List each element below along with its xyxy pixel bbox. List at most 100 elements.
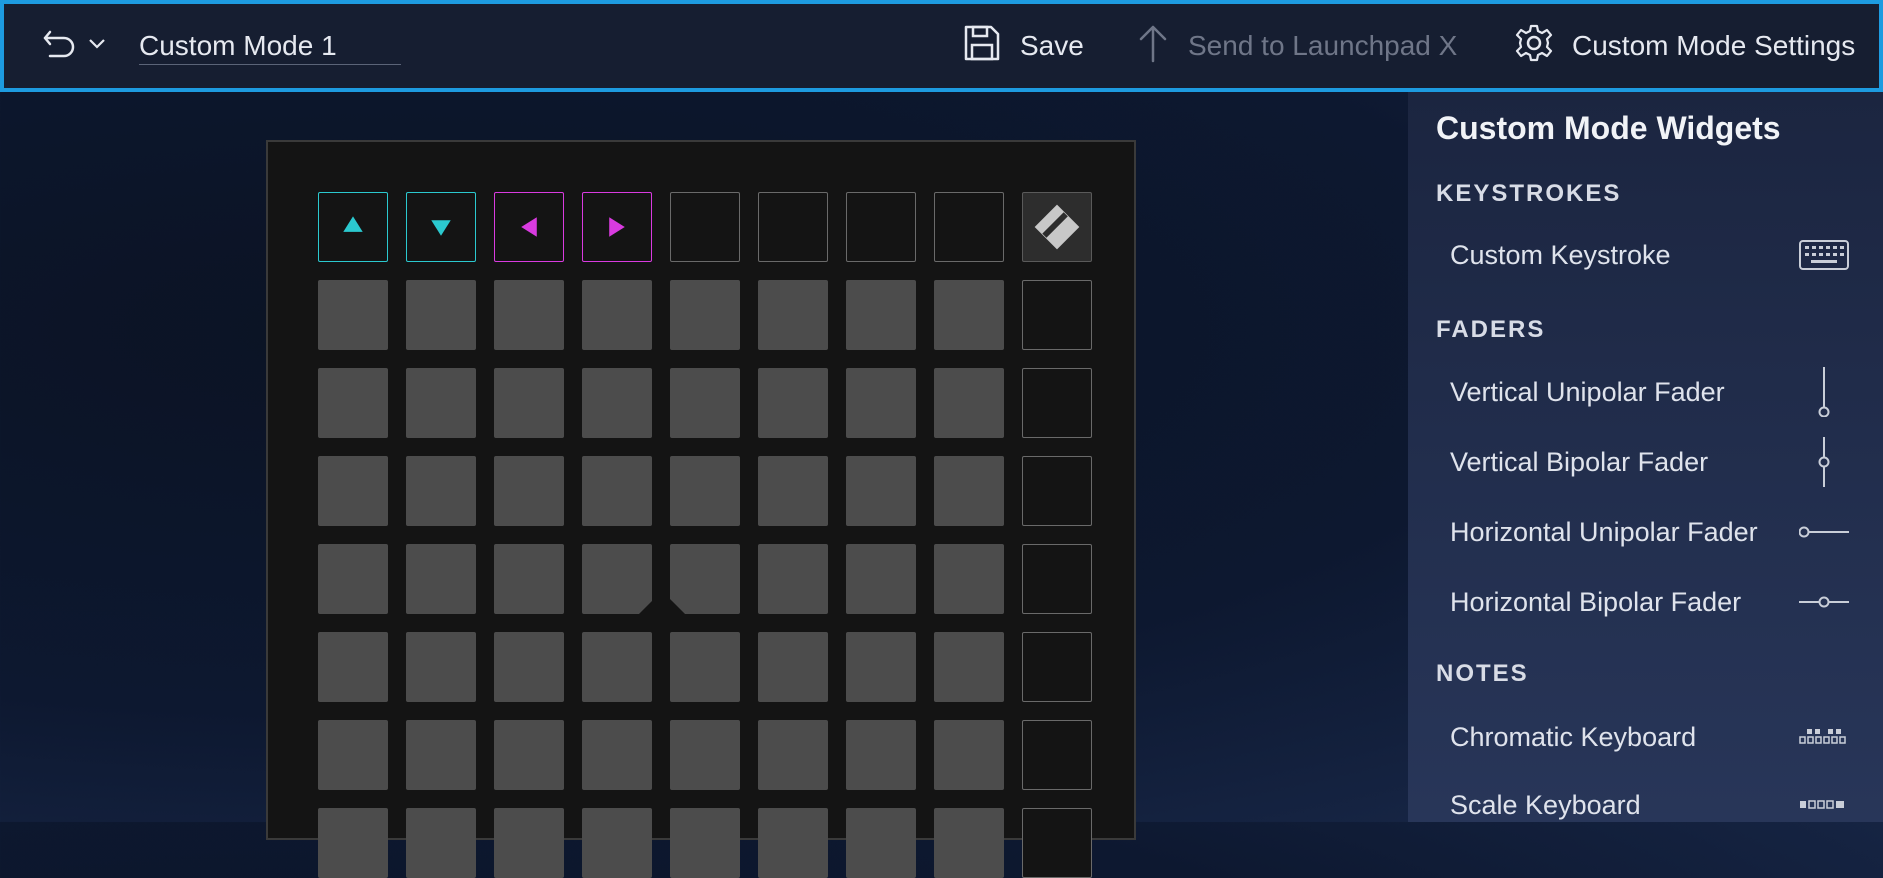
grid-pad[interactable]	[406, 456, 476, 526]
scene-launch-button[interactable]	[1022, 456, 1092, 526]
left-arrow-button[interactable]	[494, 192, 564, 262]
section-faders: FADERS	[1436, 316, 1546, 343]
grid-pad[interactable]	[582, 632, 652, 702]
grid-pad[interactable]	[406, 280, 476, 350]
grid-pad[interactable]	[846, 456, 916, 526]
grid-pad[interactable]	[670, 544, 740, 614]
grid-pad[interactable]	[318, 632, 388, 702]
grid-pad[interactable]	[494, 368, 564, 438]
scene-launch-button[interactable]	[1022, 544, 1092, 614]
grid-pad[interactable]	[494, 632, 564, 702]
grid-pad[interactable]	[934, 544, 1004, 614]
grid-pad[interactable]	[494, 720, 564, 790]
up-arrow-button[interactable]	[318, 192, 388, 262]
widget-vertical-unipolar-fader[interactable]: Vertical Unipolar Fader	[1450, 367, 1850, 417]
scene-launch-button[interactable]	[1022, 280, 1092, 350]
save-button[interactable]: Save	[962, 22, 1084, 70]
undo-button[interactable]	[42, 26, 112, 66]
grid-pad[interactable]	[758, 456, 828, 526]
widget-label: Custom Keystroke	[1450, 239, 1671, 270]
grid-pad[interactable]	[758, 544, 828, 614]
right-arrow-button[interactable]	[582, 192, 652, 262]
grid-pad[interactable]	[670, 280, 740, 350]
widget-horizontal-unipolar-fader[interactable]: Horizontal Unipolar Fader	[1450, 509, 1850, 555]
mode-name-input[interactable]: Custom Mode 1	[139, 28, 401, 65]
scene-launch-button[interactable]	[1022, 720, 1092, 790]
top-function-button[interactable]	[934, 192, 1004, 262]
grid-pad[interactable]	[582, 456, 652, 526]
grid-pad[interactable]	[582, 368, 652, 438]
grid-pad[interactable]	[846, 280, 916, 350]
grid-pad[interactable]	[406, 632, 476, 702]
grid-pad[interactable]	[670, 456, 740, 526]
top-function-button[interactable]	[846, 192, 916, 262]
grid-pad[interactable]	[318, 720, 388, 790]
scene-launch-button[interactable]	[1022, 808, 1092, 878]
top-function-button[interactable]	[670, 192, 740, 262]
grid-pad[interactable]	[846, 544, 916, 614]
grid-pad[interactable]	[494, 808, 564, 878]
widget-label: Horizontal Unipolar Fader	[1450, 516, 1758, 547]
down-arrow-button[interactable]	[406, 192, 476, 262]
grid-pad[interactable]	[846, 808, 916, 878]
grid-pad[interactable]	[318, 368, 388, 438]
grid-pad[interactable]	[406, 808, 476, 878]
grid-pad[interactable]	[406, 720, 476, 790]
grid-pad[interactable]	[758, 808, 828, 878]
grid-pad[interactable]	[934, 456, 1004, 526]
down-arrow-icon	[407, 193, 475, 261]
scene-launch-button[interactable]	[1022, 632, 1092, 702]
scene-launch-button[interactable]	[1022, 368, 1092, 438]
grid-pad[interactable]	[670, 368, 740, 438]
grid-pad[interactable]	[670, 808, 740, 878]
grid-pad[interactable]	[846, 720, 916, 790]
grid-pad[interactable]	[318, 544, 388, 614]
right-arrow-icon	[583, 193, 651, 261]
grid-pad[interactable]	[318, 808, 388, 878]
custom-mode-settings-button[interactable]: Custom Mode Settings	[1514, 22, 1855, 70]
grid-pad[interactable]	[934, 280, 1004, 350]
keyboard-icon	[1798, 232, 1850, 278]
grid-pad[interactable]	[758, 280, 828, 350]
widget-custom-keystroke[interactable]: Custom Keystroke	[1450, 232, 1850, 278]
grid-pad[interactable]	[582, 808, 652, 878]
chevron-down-icon[interactable]	[88, 37, 106, 55]
grid-pad[interactable]	[670, 632, 740, 702]
grid-pad[interactable]	[406, 544, 476, 614]
widget-horizontal-bipolar-fader[interactable]: Horizontal Bipolar Fader	[1450, 579, 1850, 625]
novation-logo-button[interactable]	[1022, 192, 1092, 262]
up-arrow-icon	[319, 193, 387, 261]
grid-pad[interactable]	[934, 632, 1004, 702]
grid-pad[interactable]	[318, 280, 388, 350]
grid-pad[interactable]	[758, 720, 828, 790]
grid-pad[interactable]	[934, 808, 1004, 878]
grid-pad[interactable]	[582, 544, 652, 614]
widget-vertical-bipolar-fader[interactable]: Vertical Bipolar Fader	[1450, 437, 1850, 487]
widgets-panel: Custom Mode Widgets KEYSTROKES Custom Ke…	[1408, 92, 1883, 822]
grid-pad[interactable]	[582, 280, 652, 350]
section-notes: NOTES	[1436, 660, 1529, 687]
send-to-device-button[interactable]: Send to Launchpad X	[1136, 22, 1457, 70]
grid-pad[interactable]	[846, 632, 916, 702]
grid-pad[interactable]	[582, 720, 652, 790]
grid-pad[interactable]	[846, 368, 916, 438]
top-function-button[interactable]	[758, 192, 828, 262]
grid-pad[interactable]	[758, 368, 828, 438]
grid-pad[interactable]	[494, 280, 564, 350]
widget-label: Vertical Unipolar Fader	[1450, 376, 1725, 407]
upload-arrow-icon	[1136, 23, 1170, 70]
grid-pad[interactable]	[494, 456, 564, 526]
grid-pad[interactable]	[494, 544, 564, 614]
widget-scale-keyboard[interactable]: Scale Keyboard	[1450, 782, 1850, 828]
grid-pad[interactable]	[406, 368, 476, 438]
novation-logo-icon	[1023, 193, 1091, 261]
grid-pad[interactable]	[670, 720, 740, 790]
grid-pad[interactable]	[758, 632, 828, 702]
save-label: Save	[1020, 30, 1084, 61]
widget-chromatic-keyboard[interactable]: Chromatic Keyboard	[1450, 714, 1850, 760]
grid-pad[interactable]	[318, 456, 388, 526]
grid-pad[interactable]	[934, 720, 1004, 790]
widget-label: Chromatic Keyboard	[1450, 721, 1697, 752]
section-keystrokes: KEYSTROKES	[1436, 180, 1622, 207]
grid-pad[interactable]	[934, 368, 1004, 438]
